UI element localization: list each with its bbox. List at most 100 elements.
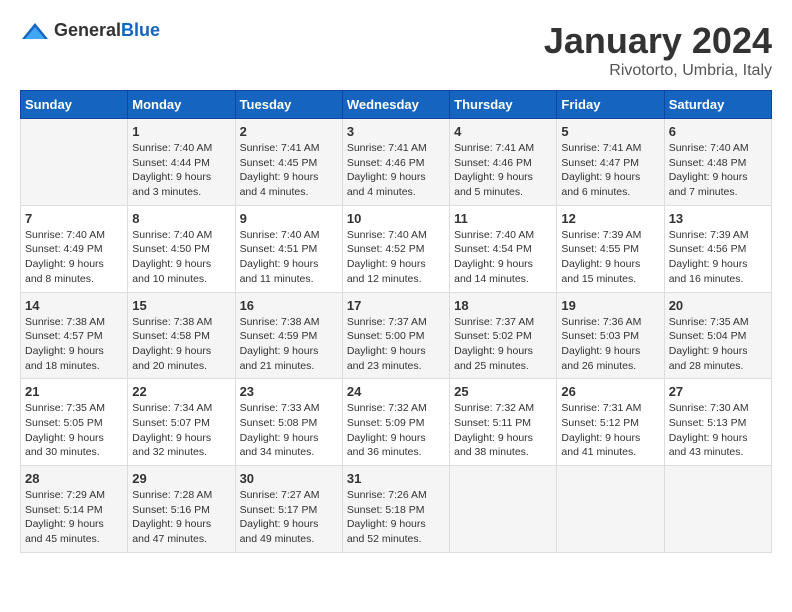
day-info: Sunrise: 7:37 AM Sunset: 5:00 PM Dayligh… — [347, 315, 445, 374]
day-number: 30 — [240, 471, 338, 486]
day-number: 12 — [561, 211, 659, 226]
week-row-5: 28 Sunrise: 7:29 AM Sunset: 5:14 PM Dayli… — [21, 466, 772, 553]
week-row-4: 21 Sunrise: 7:35 AM Sunset: 5:05 PM Dayli… — [21, 379, 772, 466]
day-cell — [557, 466, 664, 553]
day-info: Sunrise: 7:28 AM Sunset: 5:16 PM Dayligh… — [132, 488, 230, 547]
day-number: 8 — [132, 211, 230, 226]
day-cell: 25Sunrise: 7:32 AM Sunset: 5:11 PM Dayli… — [450, 379, 557, 466]
day-info: Sunrise: 7:41 AM Sunset: 4:46 PM Dayligh… — [454, 141, 552, 200]
logo: GeneralBlue — [20, 20, 160, 41]
day-cell: 19 Sunrise: 7:36 AM Sunset: 5:03 PM Dayli… — [557, 292, 664, 379]
day-number: 23 — [240, 384, 338, 399]
day-number: 27 — [669, 384, 767, 399]
day-number: 25 — [454, 384, 552, 399]
header-row: SundayMondayTuesdayWednesdayThursdayFrid… — [21, 91, 772, 119]
day-cell: 4 Sunrise: 7:41 AM Sunset: 4:46 PM Daylig… — [450, 119, 557, 206]
day-number: 2 — [240, 124, 338, 139]
day-cell: 30 Sunrise: 7:27 AM Sunset: 5:17 PM Dayli… — [235, 466, 342, 553]
title-block: January 2024 Rivotorto, Umbria, Italy — [544, 20, 772, 80]
day-info: Sunrise: 7:40 AM Sunset: 4:54 PM Dayligh… — [454, 228, 552, 287]
day-cell: 3Sunrise: 7:41 AM Sunset: 4:46 PM Daylig… — [342, 119, 449, 206]
day-number: 28 — [25, 471, 123, 486]
day-cell: 12 Sunrise: 7:39 AM Sunset: 4:55 PM Dayli… — [557, 205, 664, 292]
day-number: 16 — [240, 298, 338, 313]
day-cell: 13 Sunrise: 7:39 AM Sunset: 4:56 PM Dayli… — [664, 205, 771, 292]
day-cell: 20 Sunrise: 7:35 AM Sunset: 5:04 PM Dayli… — [664, 292, 771, 379]
day-cell: 23Sunrise: 7:33 AM Sunset: 5:08 PM Dayli… — [235, 379, 342, 466]
day-info: Sunrise: 7:38 AM Sunset: 4:57 PM Dayligh… — [25, 315, 123, 374]
location-subtitle: Rivotorto, Umbria, Italy — [544, 62, 772, 80]
day-cell: 29 Sunrise: 7:28 AM Sunset: 5:16 PM Dayli… — [128, 466, 235, 553]
day-cell: 8 Sunrise: 7:40 AM Sunset: 4:50 PM Daylig… — [128, 205, 235, 292]
day-number: 24 — [347, 384, 445, 399]
day-info: Sunrise: 7:41 AM Sunset: 4:45 PM Dayligh… — [240, 141, 338, 200]
day-info: Sunrise: 7:40 AM Sunset: 4:48 PM Dayligh… — [669, 141, 767, 200]
day-info: Sunrise: 7:37 AM Sunset: 5:02 PM Dayligh… — [454, 315, 552, 374]
day-info: Sunrise: 7:36 AM Sunset: 5:03 PM Dayligh… — [561, 315, 659, 374]
day-info: Sunrise: 7:29 AM Sunset: 5:14 PM Dayligh… — [25, 488, 123, 547]
day-number: 4 — [454, 124, 552, 139]
day-info: Sunrise: 7:39 AM Sunset: 4:55 PM Dayligh… — [561, 228, 659, 287]
day-info: Sunrise: 7:26 AM Sunset: 5:18 PM Dayligh… — [347, 488, 445, 547]
day-number: 26 — [561, 384, 659, 399]
day-info: Sunrise: 7:41 AM Sunset: 4:47 PM Dayligh… — [561, 141, 659, 200]
header-cell-wednesday: Wednesday — [342, 91, 449, 119]
day-cell: 7 Sunrise: 7:40 AM Sunset: 4:49 PM Daylig… — [21, 205, 128, 292]
day-cell: 21 Sunrise: 7:35 AM Sunset: 5:05 PM Dayli… — [21, 379, 128, 466]
day-cell — [450, 466, 557, 553]
day-cell: 14 Sunrise: 7:38 AM Sunset: 4:57 PM Dayli… — [21, 292, 128, 379]
day-cell: 6 Sunrise: 7:40 AM Sunset: 4:48 PM Daylig… — [664, 119, 771, 206]
day-info: Sunrise: 7:40 AM Sunset: 4:51 PM Dayligh… — [240, 228, 338, 287]
day-cell: 10 Sunrise: 7:40 AM Sunset: 4:52 PM Dayli… — [342, 205, 449, 292]
day-info: Sunrise: 7:38 AM Sunset: 4:59 PM Dayligh… — [240, 315, 338, 374]
week-row-3: 14 Sunrise: 7:38 AM Sunset: 4:57 PM Dayli… — [21, 292, 772, 379]
header-cell-sunday: Sunday — [21, 91, 128, 119]
calendar-table: SundayMondayTuesdayWednesdayThursdayFrid… — [20, 90, 772, 553]
day-number: 13 — [669, 211, 767, 226]
day-number: 5 — [561, 124, 659, 139]
day-cell: 31Sunrise: 7:26 AM Sunset: 5:18 PM Dayli… — [342, 466, 449, 553]
day-info: Sunrise: 7:40 AM Sunset: 4:49 PM Dayligh… — [25, 228, 123, 287]
page-header: GeneralBlue January 2024 Rivotorto, Umbr… — [20, 20, 772, 80]
day-info: Sunrise: 7:40 AM Sunset: 4:50 PM Dayligh… — [132, 228, 230, 287]
day-info: Sunrise: 7:35 AM Sunset: 5:05 PM Dayligh… — [25, 401, 123, 460]
day-number: 20 — [669, 298, 767, 313]
logo-icon — [20, 21, 50, 41]
day-number: 14 — [25, 298, 123, 313]
day-number: 1 — [132, 124, 230, 139]
month-title: January 2024 — [544, 20, 772, 62]
day-info: Sunrise: 7:41 AM Sunset: 4:46 PM Dayligh… — [347, 141, 445, 200]
day-cell: 28 Sunrise: 7:29 AM Sunset: 5:14 PM Dayli… — [21, 466, 128, 553]
calendar-body: 1 Sunrise: 7:40 AM Sunset: 4:44 PM Daylig… — [21, 119, 772, 553]
day-cell: 22 Sunrise: 7:34 AM Sunset: 5:07 PM Dayli… — [128, 379, 235, 466]
day-info: Sunrise: 7:34 AM Sunset: 5:07 PM Dayligh… — [132, 401, 230, 460]
day-cell: 27Sunrise: 7:30 AM Sunset: 5:13 PM Dayli… — [664, 379, 771, 466]
day-number: 6 — [669, 124, 767, 139]
day-number: 7 — [25, 211, 123, 226]
day-number: 15 — [132, 298, 230, 313]
day-info: Sunrise: 7:35 AM Sunset: 5:04 PM Dayligh… — [669, 315, 767, 374]
day-cell: 5 Sunrise: 7:41 AM Sunset: 4:47 PM Daylig… — [557, 119, 664, 206]
day-number: 19 — [561, 298, 659, 313]
header-cell-tuesday: Tuesday — [235, 91, 342, 119]
day-number: 10 — [347, 211, 445, 226]
day-cell: 15Sunrise: 7:38 AM Sunset: 4:58 PM Dayli… — [128, 292, 235, 379]
day-cell: 24 Sunrise: 7:32 AM Sunset: 5:09 PM Dayli… — [342, 379, 449, 466]
day-cell: 17Sunrise: 7:37 AM Sunset: 5:00 PM Dayli… — [342, 292, 449, 379]
day-info: Sunrise: 7:39 AM Sunset: 4:56 PM Dayligh… — [669, 228, 767, 287]
logo-text: GeneralBlue — [54, 20, 160, 41]
day-number: 22 — [132, 384, 230, 399]
day-cell: 26 Sunrise: 7:31 AM Sunset: 5:12 PM Dayli… — [557, 379, 664, 466]
day-info: Sunrise: 7:40 AM Sunset: 4:44 PM Dayligh… — [132, 141, 230, 200]
day-number: 29 — [132, 471, 230, 486]
header-cell-saturday: Saturday — [664, 91, 771, 119]
day-info: Sunrise: 7:31 AM Sunset: 5:12 PM Dayligh… — [561, 401, 659, 460]
day-number: 21 — [25, 384, 123, 399]
day-info: Sunrise: 7:40 AM Sunset: 4:52 PM Dayligh… — [347, 228, 445, 287]
logo-blue: Blue — [121, 20, 160, 40]
day-cell: 2 Sunrise: 7:41 AM Sunset: 4:45 PM Daylig… — [235, 119, 342, 206]
week-row-2: 7 Sunrise: 7:40 AM Sunset: 4:49 PM Daylig… — [21, 205, 772, 292]
day-info: Sunrise: 7:32 AM Sunset: 5:09 PM Dayligh… — [347, 401, 445, 460]
day-cell — [664, 466, 771, 553]
day-info: Sunrise: 7:27 AM Sunset: 5:17 PM Dayligh… — [240, 488, 338, 547]
